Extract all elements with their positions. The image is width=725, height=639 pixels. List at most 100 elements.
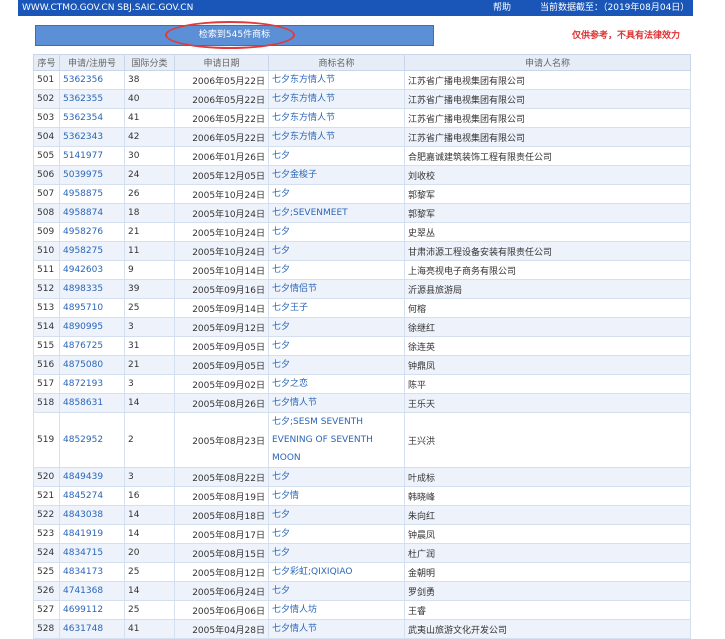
row-applicant: 江苏省广播电视集团有限公司: [404, 108, 691, 128]
mark-name-link[interactable]: 七夕: [268, 260, 405, 280]
mark-name-link[interactable]: 七夕;SESM SEVENTH EVENING OF SEVENTH MOON: [268, 412, 405, 468]
table-row: 503 5362354 41 2006年05月22日 七夕东方情人节 江苏省广播电视集团有…: [33, 108, 691, 128]
row-class: 3: [124, 467, 175, 487]
row-seq: 515: [33, 336, 60, 356]
row-applicant: 合肥嘉诚建筑装饰工程有限责任公司: [404, 146, 691, 166]
row-seq: 522: [33, 505, 60, 525]
row-date: 2005年09月02日: [174, 374, 269, 394]
search-result-button[interactable]: 检索到545件商标: [35, 25, 434, 46]
mark-name-link[interactable]: 七夕: [268, 524, 405, 544]
app-no-link[interactable]: 5362356: [59, 70, 125, 90]
app-no-link[interactable]: 4699112: [59, 600, 125, 620]
row-seq: 501: [33, 70, 60, 90]
app-no-link[interactable]: 4849439: [59, 467, 125, 487]
app-no-link[interactable]: 4958875: [59, 184, 125, 204]
help-link[interactable]: 帮助: [493, 0, 511, 16]
mark-name-link[interactable]: 七夕: [268, 336, 405, 356]
mark-name-link[interactable]: 七夕情侣节: [268, 279, 405, 299]
app-no-link[interactable]: 4898335: [59, 279, 125, 299]
mark-name-link[interactable]: 七夕情: [268, 486, 405, 506]
row-seq: 506: [33, 165, 60, 185]
row-applicant: 钟晨凤: [404, 524, 691, 544]
row-seq: 526: [33, 581, 60, 601]
app-no-link[interactable]: 4845274: [59, 486, 125, 506]
mark-name-link[interactable]: 七夕金梭子: [268, 165, 405, 185]
row-seq: 512: [33, 279, 60, 299]
mark-name-link[interactable]: 七夕王子: [268, 298, 405, 318]
app-no-link[interactable]: 4895710: [59, 298, 125, 318]
app-no-link[interactable]: 4876725: [59, 336, 125, 356]
mark-name-link[interactable]: 七夕: [268, 222, 405, 242]
app-no-link[interactable]: 4958874: [59, 203, 125, 223]
mark-name-link[interactable]: 七夕情人节: [268, 393, 405, 413]
app-no-link[interactable]: 4852952: [59, 412, 125, 468]
app-no-link[interactable]: 4890995: [59, 317, 125, 337]
app-no-link[interactable]: 4631748: [59, 619, 125, 639]
app-no-link[interactable]: 5362343: [59, 127, 125, 147]
row-class: 21: [124, 355, 175, 375]
row-seq: 502: [33, 89, 60, 109]
app-no-link[interactable]: 4942603: [59, 260, 125, 280]
row-seq: 505: [33, 146, 60, 166]
app-no-link[interactable]: 4843038: [59, 505, 125, 525]
table-header-row: 序号 申请/注册号 国际分类 申请日期 商标名称 申请人名称: [33, 54, 691, 71]
row-class: 18: [124, 203, 175, 223]
app-no-link[interactable]: 5362354: [59, 108, 125, 128]
row-date: 2005年06月06日: [174, 600, 269, 620]
row-seq: 510: [33, 241, 60, 261]
app-no-link[interactable]: 5362355: [59, 89, 125, 109]
table-row: 527 4699112 25 2005年06月06日 七夕情人坊 王睿: [33, 600, 691, 620]
row-applicant: 罗剑勇: [404, 581, 691, 601]
mark-name-link[interactable]: 七夕: [268, 543, 405, 563]
app-no-link[interactable]: 4958275: [59, 241, 125, 261]
table-row: 525 4834173 25 2005年08月12日 七夕彩虹;QIXIQIAO 金朝明: [33, 562, 691, 582]
mark-name-link[interactable]: 七夕: [268, 581, 405, 601]
row-class: 41: [124, 108, 175, 128]
header-seq: 序号: [33, 54, 60, 71]
row-applicant: 王兴洪: [404, 412, 691, 468]
table-row: 528 4631748 41 2005年04月28日 七夕情人节 武夷山旅游文化开发公司: [33, 619, 691, 639]
row-date: 2005年10月24日: [174, 184, 269, 204]
mark-name-link[interactable]: 七夕: [268, 146, 405, 166]
mark-name-link[interactable]: 七夕: [268, 184, 405, 204]
row-date: 2005年10月14日: [174, 260, 269, 280]
mark-name-link[interactable]: 七夕情人节: [268, 619, 405, 639]
mark-name-link[interactable]: 七夕之恋: [268, 374, 405, 394]
app-no-link[interactable]: 5039975: [59, 165, 125, 185]
app-no-link[interactable]: 4834715: [59, 543, 125, 563]
mark-name-link[interactable]: 七夕;SEVENMEET: [268, 203, 405, 223]
row-date: 2005年08月15日: [174, 543, 269, 563]
mark-name-link[interactable]: 七夕彩虹;QIXIQIAO: [268, 562, 405, 582]
row-seq: 516: [33, 355, 60, 375]
app-no-link[interactable]: 4958276: [59, 222, 125, 242]
mark-name-link[interactable]: 七夕: [268, 505, 405, 525]
app-no-link[interactable]: 4841919: [59, 524, 125, 544]
table-row: 514 4890995 3 2005年09月12日 七夕 徐继红: [33, 317, 691, 337]
app-no-link[interactable]: 4858631: [59, 393, 125, 413]
mark-name-link[interactable]: 七夕情人坊: [268, 600, 405, 620]
row-seq: 518: [33, 393, 60, 413]
mark-name-link[interactable]: 七夕东方情人节: [268, 127, 405, 147]
app-no-link[interactable]: 4741368: [59, 581, 125, 601]
mark-name-link[interactable]: 七夕东方情人节: [268, 89, 405, 109]
site-url: WWW.CTMO.GOV.CN SBJ.SAIC.GOV.CN: [22, 3, 194, 13]
mark-name-link[interactable]: 七夕: [268, 355, 405, 375]
mark-name-link[interactable]: 七夕: [268, 317, 405, 337]
row-seq: 514: [33, 317, 60, 337]
app-no-link[interactable]: 4875080: [59, 355, 125, 375]
mark-name-link[interactable]: 七夕: [268, 467, 405, 487]
mark-name-link[interactable]: 七夕东方情人节: [268, 108, 405, 128]
row-date: 2005年09月12日: [174, 317, 269, 337]
row-class: 39: [124, 279, 175, 299]
mark-name-link[interactable]: 七夕: [268, 241, 405, 261]
row-class: 41: [124, 619, 175, 639]
row-class: 24: [124, 165, 175, 185]
row-class: 30: [124, 146, 175, 166]
app-no-link[interactable]: 4834173: [59, 562, 125, 582]
row-seq: 528: [33, 619, 60, 639]
row-seq: 503: [33, 108, 60, 128]
table-row: 501 5362356 38 2006年05月22日 七夕东方情人节 江苏省广播电视集团有…: [33, 70, 691, 90]
app-no-link[interactable]: 4872193: [59, 374, 125, 394]
mark-name-link[interactable]: 七夕东方情人节: [268, 70, 405, 90]
app-no-link[interactable]: 5141977: [59, 146, 125, 166]
